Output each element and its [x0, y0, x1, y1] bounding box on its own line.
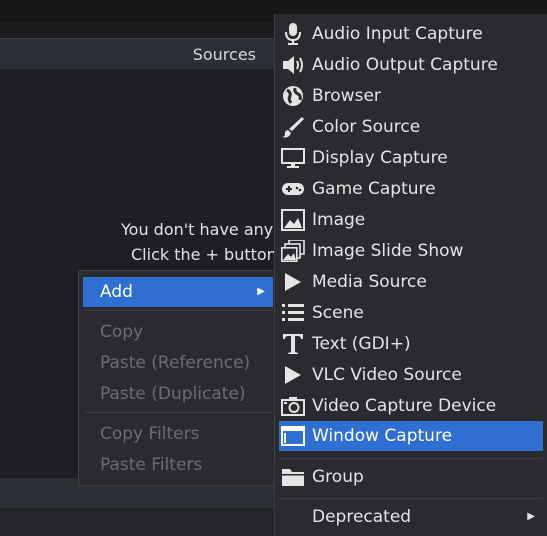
speaker-icon — [281, 54, 305, 76]
sources-empty-hint-line2: Click the + button — [131, 245, 277, 264]
menu-item-paste-filters[interactable]: Paste Filters — [83, 450, 273, 480]
menu-item-copy[interactable]: Copy — [83, 317, 273, 347]
submenu-item-display-capture[interactable]: Display Capture — [279, 143, 543, 173]
bottom-strip — [0, 508, 300, 536]
sources-panel-header: Sources — [0, 38, 300, 69]
submenu-item-group[interactable]: Group — [279, 462, 543, 492]
menu-separator — [279, 498, 543, 499]
window-icon — [281, 425, 305, 447]
submenu-item-label: Game Capture — [312, 179, 436, 199]
submenu-item-video-capture-device[interactable]: Video Capture Device — [279, 391, 543, 421]
camera-icon — [281, 395, 305, 417]
menu-item-paste-duplicate[interactable]: Paste (Duplicate) — [83, 379, 273, 409]
submenu-item-color-source[interactable]: Color Source — [279, 112, 543, 142]
folder-icon — [281, 466, 305, 488]
submenu-item-audio-input-capture[interactable]: Audio Input Capture — [279, 19, 543, 49]
menu-separator — [279, 458, 543, 459]
submenu-item-label: VLC Video Source — [312, 365, 462, 385]
menu-item-paste-reference[interactable]: Paste (Reference) — [83, 348, 273, 378]
list-icon — [281, 302, 305, 324]
menu-separator — [85, 310, 273, 311]
menu-item-paste-duplicate-label: Paste (Duplicate) — [100, 384, 246, 404]
menu-item-paste-filters-label: Paste Filters — [100, 455, 203, 475]
menu-item-copy-filters-label: Copy Filters — [100, 424, 200, 444]
text-icon — [281, 333, 305, 355]
menu-item-add[interactable]: Add ▶ — [83, 277, 273, 307]
submenu-item-label: Video Capture Device — [312, 396, 497, 416]
submenu-item-label: Display Capture — [312, 148, 448, 168]
menu-separator — [85, 412, 273, 413]
submenu-item-label: Text (GDI+) — [312, 334, 411, 354]
submenu-item-label: Deprecated — [312, 507, 412, 527]
microphone-icon — [281, 23, 305, 45]
submenu-arrow-icon: ▶ — [257, 286, 265, 297]
submenu-item-audio-output-capture[interactable]: Audio Output Capture — [279, 50, 543, 80]
gamepad-icon — [281, 178, 305, 200]
submenu-item-label: Image — [312, 210, 366, 230]
sources-context-menu: Add ▶ Copy Paste (Reference) Paste (Dupl… — [78, 270, 280, 486]
submenu-item-browser[interactable]: Browser — [279, 81, 543, 111]
submenu-item-text-gdi[interactable]: Text (GDI+) — [279, 329, 543, 359]
submenu-item-vlc-video-source[interactable]: VLC Video Source — [279, 360, 543, 390]
submenu-item-label: Browser — [312, 86, 381, 106]
submenu-item-label: Audio Input Capture — [312, 24, 483, 44]
globe-icon — [281, 85, 305, 107]
submenu-item-scene[interactable]: Scene — [279, 298, 543, 328]
menu-item-copy-label: Copy — [100, 322, 144, 342]
submenu-item-game-capture[interactable]: Game Capture — [279, 174, 543, 204]
menu-item-paste-reference-label: Paste (Reference) — [100, 353, 251, 373]
sources-empty-hint-line1: You don't have any — [121, 220, 274, 239]
submenu-item-label: Window Capture — [312, 426, 453, 446]
submenu-item-label: Scene — [312, 303, 364, 323]
submenu-item-label: Media Source — [312, 272, 427, 292]
submenu-item-image[interactable]: Image — [279, 205, 543, 235]
paintbrush-icon — [281, 116, 305, 138]
submenu-item-label: Group — [312, 467, 364, 487]
monitor-icon — [281, 147, 305, 169]
sources-panel-title: Sources — [192, 45, 256, 64]
slideshow-icon — [281, 239, 305, 262]
play-icon — [281, 271, 305, 293]
submenu-item-media-source[interactable]: Media Source — [279, 267, 543, 297]
add-source-submenu: Audio Input Capture Audio Output Capture… — [274, 14, 547, 536]
submenu-item-label: Image Slide Show — [312, 241, 464, 261]
menu-item-add-label: Add — [100, 282, 133, 302]
submenu-item-deprecated[interactable]: Deprecated ▶ — [279, 502, 543, 532]
submenu-item-label: Color Source — [312, 117, 421, 137]
submenu-item-image-slide-show[interactable]: Image Slide Show — [279, 236, 543, 266]
play-icon — [281, 364, 305, 386]
submenu-item-window-capture[interactable]: Window Capture — [279, 421, 543, 451]
submenu-arrow-icon: ▶ — [527, 511, 535, 522]
menu-item-copy-filters[interactable]: Copy Filters — [83, 419, 273, 449]
submenu-item-label: Audio Output Capture — [312, 55, 498, 75]
image-icon — [281, 209, 305, 231]
